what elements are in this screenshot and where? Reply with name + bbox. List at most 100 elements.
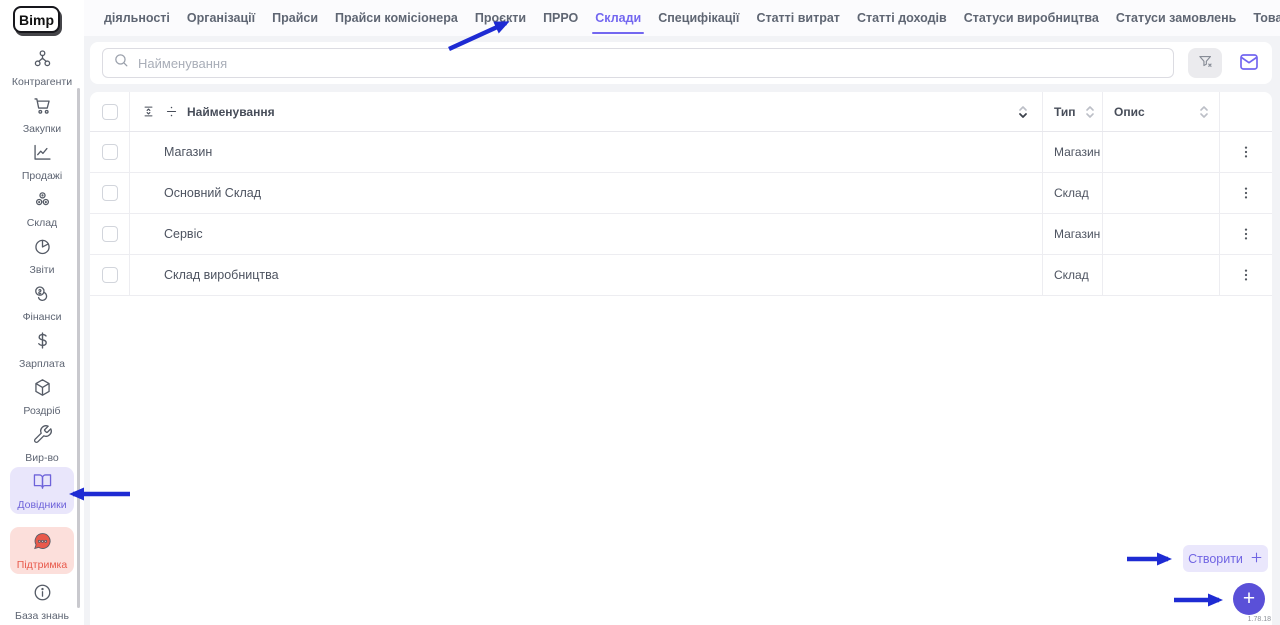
search-input[interactable] [138,55,1163,71]
table-row[interactable]: Магазин Магазин [90,132,1272,173]
tab-statusy-zamovlen[interactable]: Статуси замовлень [1116,7,1236,29]
sidebar-item-prodazhi[interactable]: Продажі [10,138,74,185]
tab-sklady[interactable]: Склади [592,7,645,34]
chat-icon [32,531,53,557]
cell-desc [1102,255,1219,295]
column-header-type: Тип [1054,104,1076,119]
tab-praisy[interactable]: Прайси [272,7,318,29]
sidebar-item-label: Закупки [22,122,62,135]
sidebar-item-zarplata[interactable]: Зарплата [10,326,74,373]
tab-diyalnosti[interactable]: діяльності [104,7,170,29]
clear-filters-button[interactable] [1188,48,1222,78]
cell-name: Сервіс [164,227,203,241]
cell-type: Склад [1042,173,1102,213]
tab-tovary-ta-posluhy[interactable]: Товари та послуги [1253,7,1280,29]
sidebar: Bimp Контрагенти Закупки Продажі Склад З… [0,0,84,625]
sidebar-item-sklad[interactable]: Склад [10,185,74,232]
sort-name-button[interactable] [1018,105,1028,119]
search-icon [113,52,130,74]
cell-desc [1102,214,1219,254]
sidebar-item-label: Підтримка [16,558,68,571]
cell-name: Магазин [164,145,213,159]
tab-statti-vytrat[interactable]: Статті витрат [756,7,840,29]
cell-type: Склад [1042,255,1102,295]
cell-name: Основний Склад [164,186,261,200]
tab-bar: діяльності Організації Прайси Прайси ком… [104,7,1280,34]
dollar-icon [32,330,53,356]
plus-icon [1250,551,1263,567]
sidebar-item-label: База знань [15,610,69,622]
create-button[interactable]: Створити [1183,545,1268,572]
table-row[interactable]: Сервіс Магазин [90,214,1272,255]
sidebar-item-baza-znan[interactable]: База знань [10,580,74,624]
stock-icon [32,189,53,215]
sidebar-item-label: Продажі [21,169,63,182]
version-text: 1.78.18 [1247,616,1271,623]
search-panel [90,42,1272,84]
coins-icon [32,283,53,309]
cart-icon [32,95,53,121]
create-button-label: Створити [1188,551,1243,566]
envelope-icon [1237,50,1261,77]
info-icon [32,582,53,608]
tab-orhanizatsii[interactable]: Організації [187,7,255,29]
book-icon [32,471,53,497]
sidebar-item-finansy[interactable]: Фінанси [10,279,74,326]
cell-desc [1102,132,1219,172]
tab-statti-dokhodiv[interactable]: Статті доходів [857,7,947,29]
sidebar-item-label: Склад [26,216,58,229]
sidebar-scrollbar[interactable] [77,88,80,608]
tab-statusy-vyrobnytstva[interactable]: Статуси виробництва [964,7,1099,29]
pie-icon [32,236,53,262]
row-menu-button[interactable] [1233,139,1259,165]
warehouses-table: Найменування Тип Опис Магазин Магазин Ос… [90,92,1272,625]
sort-type-button[interactable] [1085,105,1095,119]
row-checkbox[interactable] [101,185,118,201]
sidebar-item-label: Зарплата [19,357,65,370]
sidebar-item-label: Фінанси [22,310,62,323]
wrench-icon [32,424,53,450]
inbox-button[interactable] [1234,48,1264,78]
tab-proekty[interactable]: Проєкти [475,7,526,29]
fab-add-button[interactable]: + [1233,583,1265,615]
sidebar-item-zvity[interactable]: Звіти [10,232,74,279]
sidebar-item-rozdrib[interactable]: Роздріб [10,373,74,420]
sidebar-item-kontrahenty[interactable]: Контрагенти [10,44,74,91]
contractors-icon [32,48,53,74]
row-menu-button[interactable] [1233,262,1259,288]
box-icon [32,377,53,403]
table-row[interactable]: Склад виробництва Склад [90,255,1272,296]
sidebar-item-dovidnyky[interactable]: Довідники [10,467,74,514]
sort-desc-button[interactable] [1199,105,1209,119]
search-field[interactable] [102,48,1174,78]
tab-praisy-komisionera[interactable]: Прайси комісіонера [335,7,458,29]
row-checkbox[interactable] [101,144,118,160]
sidebar-item-label: Контрагенти [11,75,73,88]
row-density-icon[interactable] [164,104,179,119]
funnel-x-icon [1197,53,1214,73]
row-menu-button[interactable] [1233,180,1259,206]
top-tab-strip: діяльності Організації Прайси Прайси ком… [84,0,1280,36]
app-logo[interactable]: Bimp [13,6,60,33]
sidebar-item-label: Довідники [17,498,67,511]
tab-prro[interactable]: ПРРО [543,7,578,29]
cell-type: Магазин [1042,214,1102,254]
select-all-checkbox[interactable] [101,103,118,120]
table-header-row: Найменування Тип Опис [90,92,1272,132]
sidebar-item-label: Вир-во [25,451,59,464]
table-row[interactable]: Основний Склад Склад [90,173,1272,214]
cell-type: Магазин [1042,132,1102,172]
sidebar-item-zakupky[interactable]: Закупки [10,91,74,138]
sidebar-item-label: Звіти [29,263,55,276]
chart-icon [32,142,53,168]
column-header-desc: Опис [1114,104,1145,119]
tab-spetsyfikatsii[interactable]: Специфікації [658,7,739,29]
sidebar-menu: Контрагенти Закупки Продажі Склад Звіти [0,44,84,624]
sidebar-item-pidtrymka[interactable]: Підтримка [10,527,74,574]
row-checkbox[interactable] [101,267,118,283]
cell-name: Склад виробництва [164,268,279,282]
row-menu-button[interactable] [1233,221,1259,247]
collapse-rows-icon[interactable] [141,104,156,119]
sidebar-item-vyrvo[interactable]: Вир-во [10,420,74,467]
row-checkbox[interactable] [101,226,118,242]
